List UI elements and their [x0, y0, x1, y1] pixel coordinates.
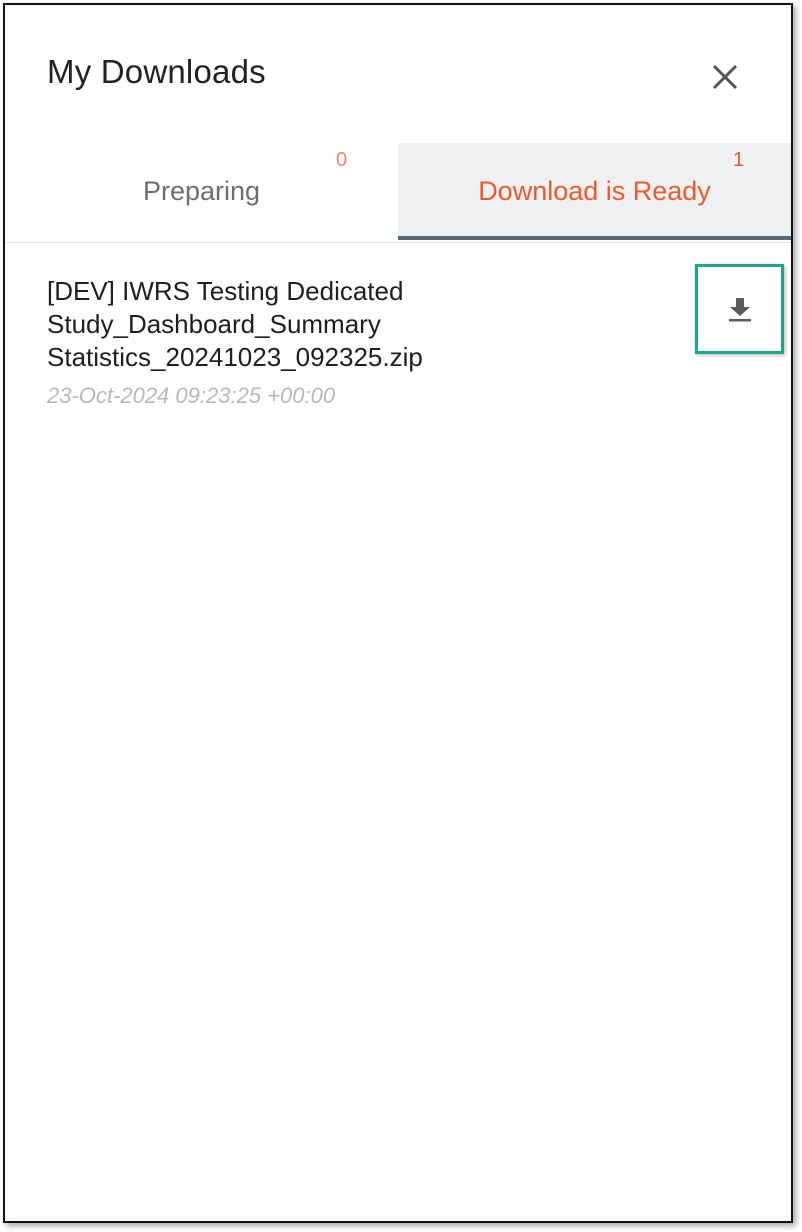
download-list-item: [DEV] IWRS Testing Dedicated Study_Dashb…: [5, 245, 791, 425]
download-file-name: [DEV] IWRS Testing Dedicated Study_Dashb…: [47, 276, 423, 372]
download-tabs: 0 Preparing 1 Download is Ready: [5, 143, 791, 243]
tab-ready-count: 1: [733, 149, 745, 171]
tab-download-ready[interactable]: 1 Download is Ready: [398, 143, 791, 240]
download-timestamp: 23-Oct-2024 09:23:25 +00:00: [47, 383, 336, 408]
close-button[interactable]: [705, 57, 745, 97]
tab-ready-label: Download is Ready: [478, 176, 711, 206]
download-button[interactable]: [695, 264, 784, 354]
download-icon: [729, 298, 751, 322]
close-icon: [712, 64, 738, 90]
downloads-panel: My Downloads 0 Preparing 1 Download is R…: [3, 3, 793, 1223]
tab-preparing-count: 0: [336, 149, 348, 171]
panel-title: My Downloads: [47, 53, 266, 90]
tab-preparing[interactable]: 0 Preparing: [5, 143, 398, 240]
tab-preparing-label: Preparing: [142, 176, 261, 206]
panel-header: My Downloads: [5, 5, 791, 145]
